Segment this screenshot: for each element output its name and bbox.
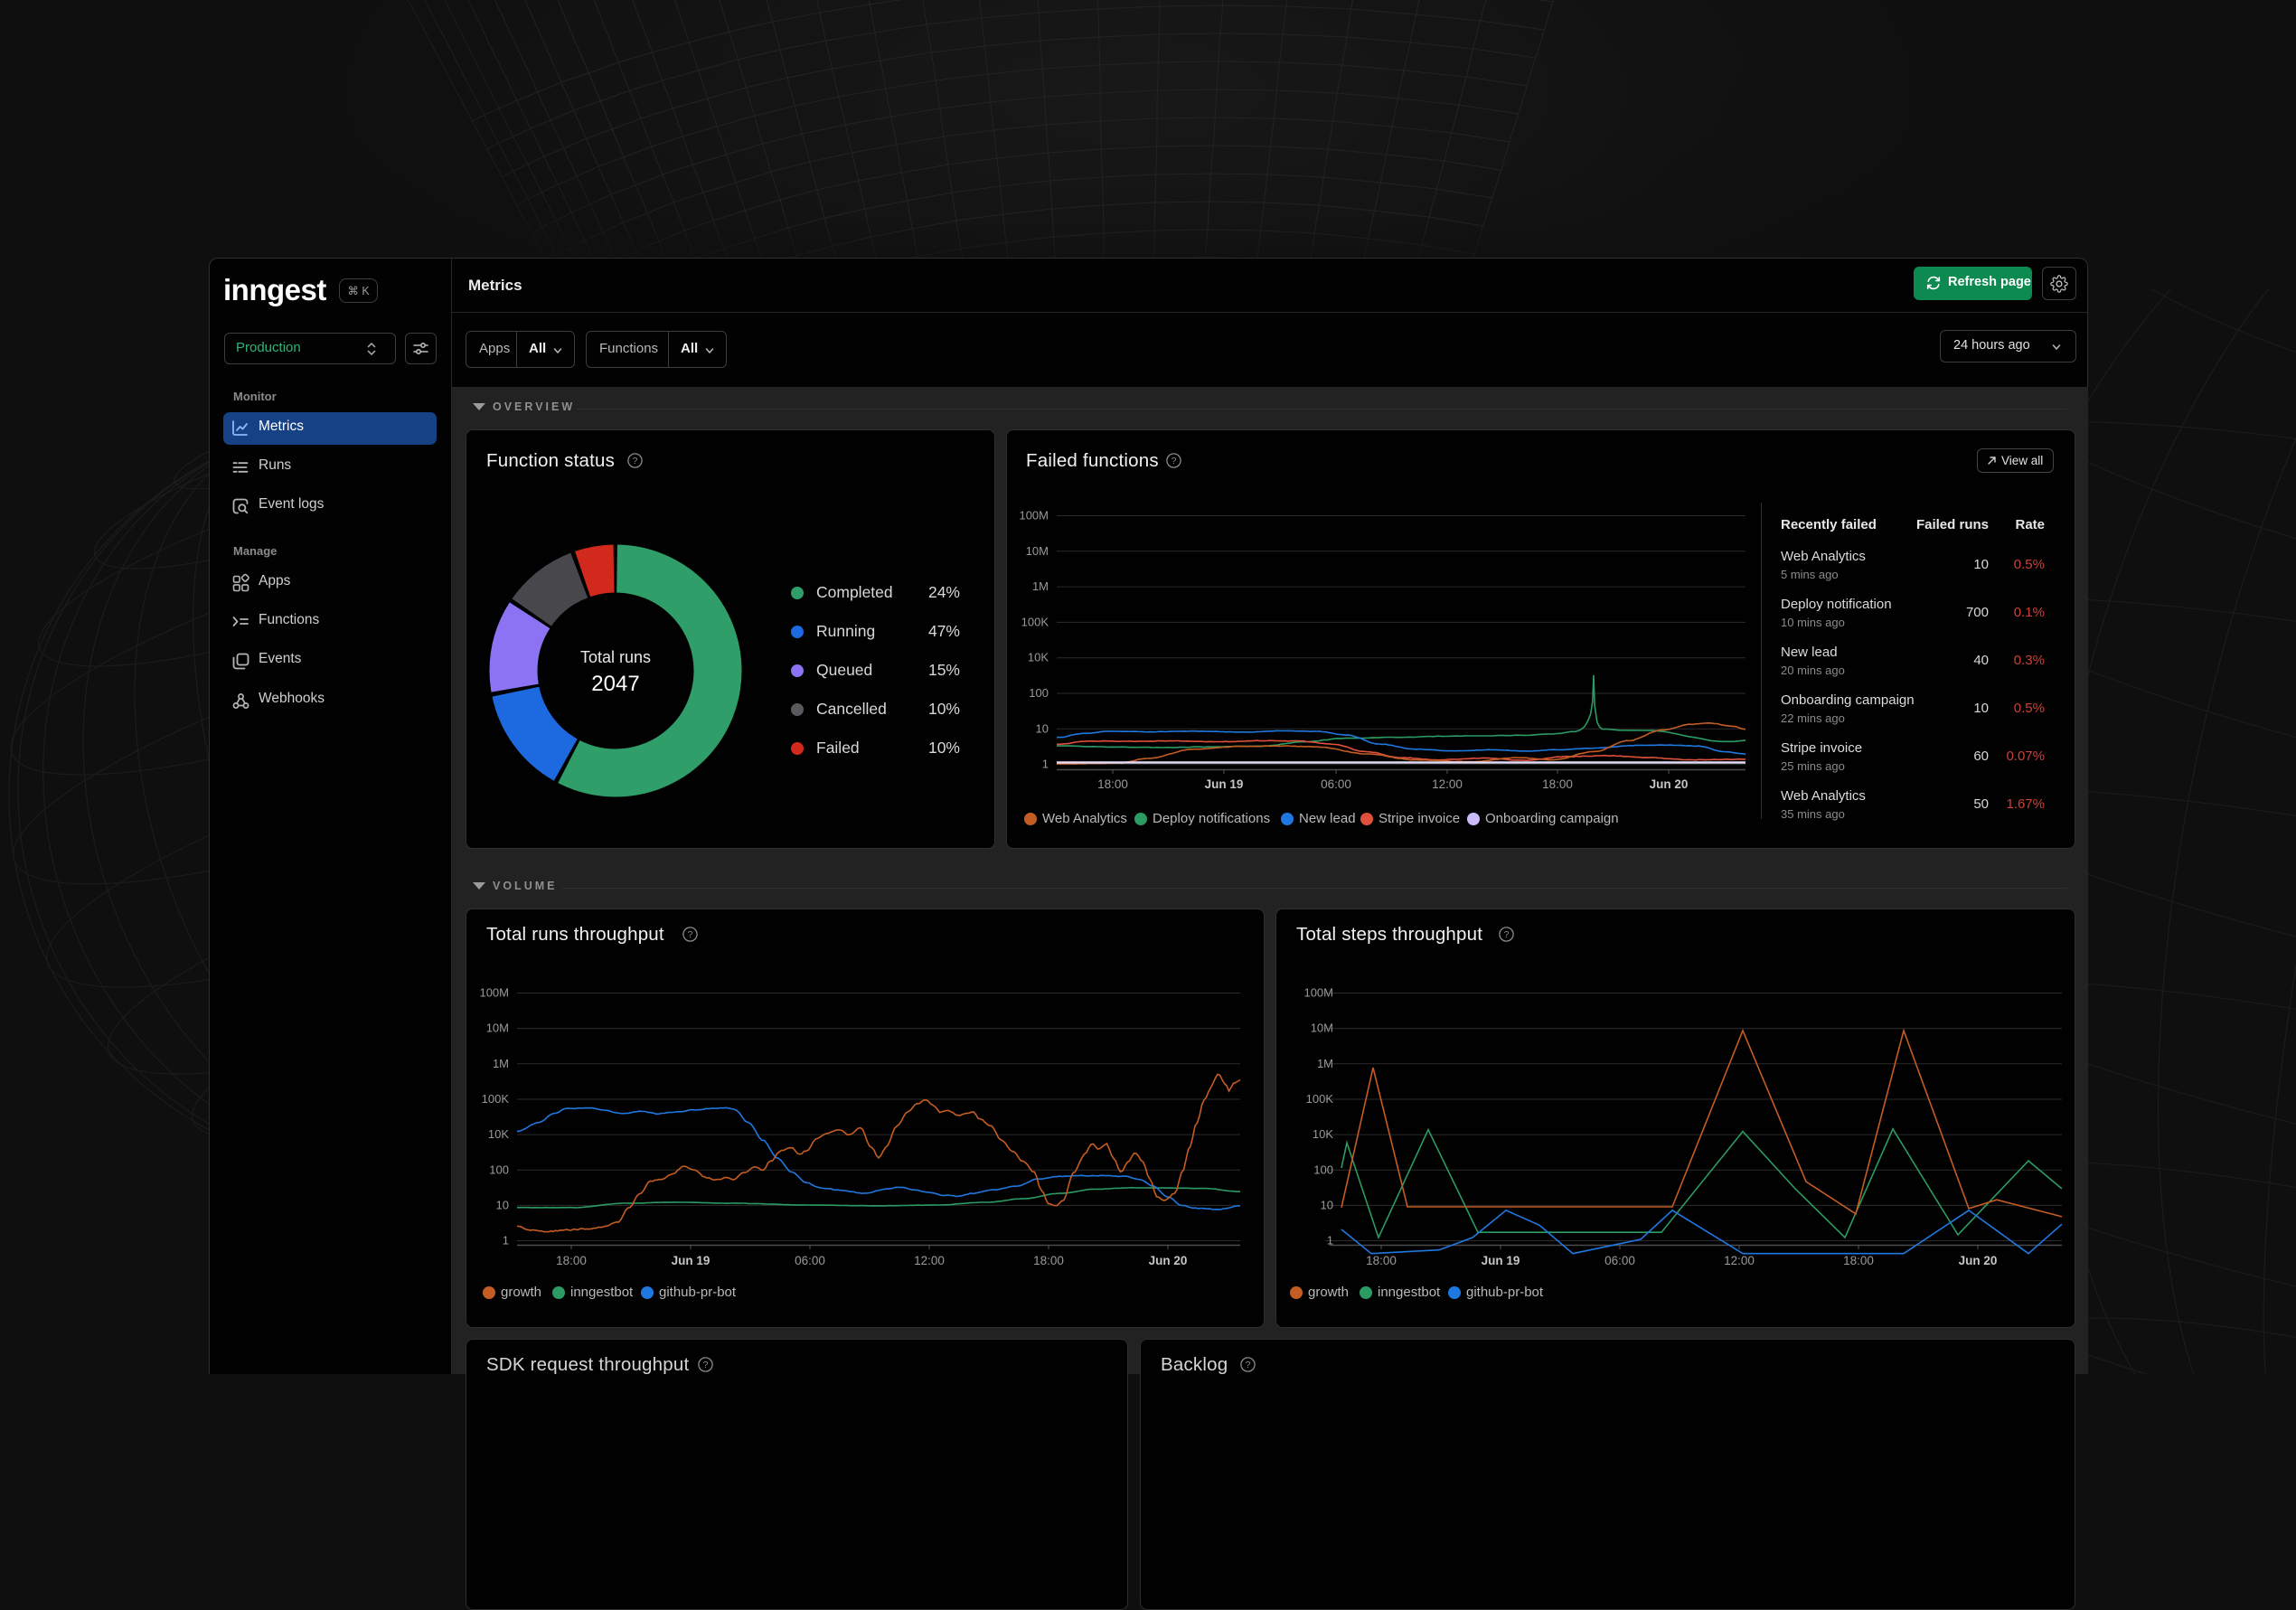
svg-text:?: ? [1246, 1360, 1251, 1370]
svg-text:10K: 10K [1313, 1127, 1333, 1141]
svg-text:100: 100 [1313, 1163, 1333, 1176]
svg-text:06:00: 06:00 [1604, 1254, 1635, 1267]
svg-text:100K: 100K [1306, 1092, 1334, 1106]
svg-text:10: 10 [1321, 1198, 1333, 1211]
svg-text:10M: 10M [1311, 1022, 1333, 1035]
svg-text:18:00: 18:00 [1366, 1254, 1397, 1267]
svg-text:1M: 1M [1317, 1057, 1333, 1070]
svg-text:?: ? [703, 1360, 709, 1370]
svg-text:100M: 100M [1303, 986, 1333, 1000]
svg-text:18:00: 18:00 [1843, 1254, 1874, 1267]
svg-text:12:00: 12:00 [1724, 1254, 1755, 1267]
svg-text:Jun 20: Jun 20 [1959, 1254, 1998, 1267]
svg-text:Jun 19: Jun 19 [1482, 1254, 1520, 1267]
